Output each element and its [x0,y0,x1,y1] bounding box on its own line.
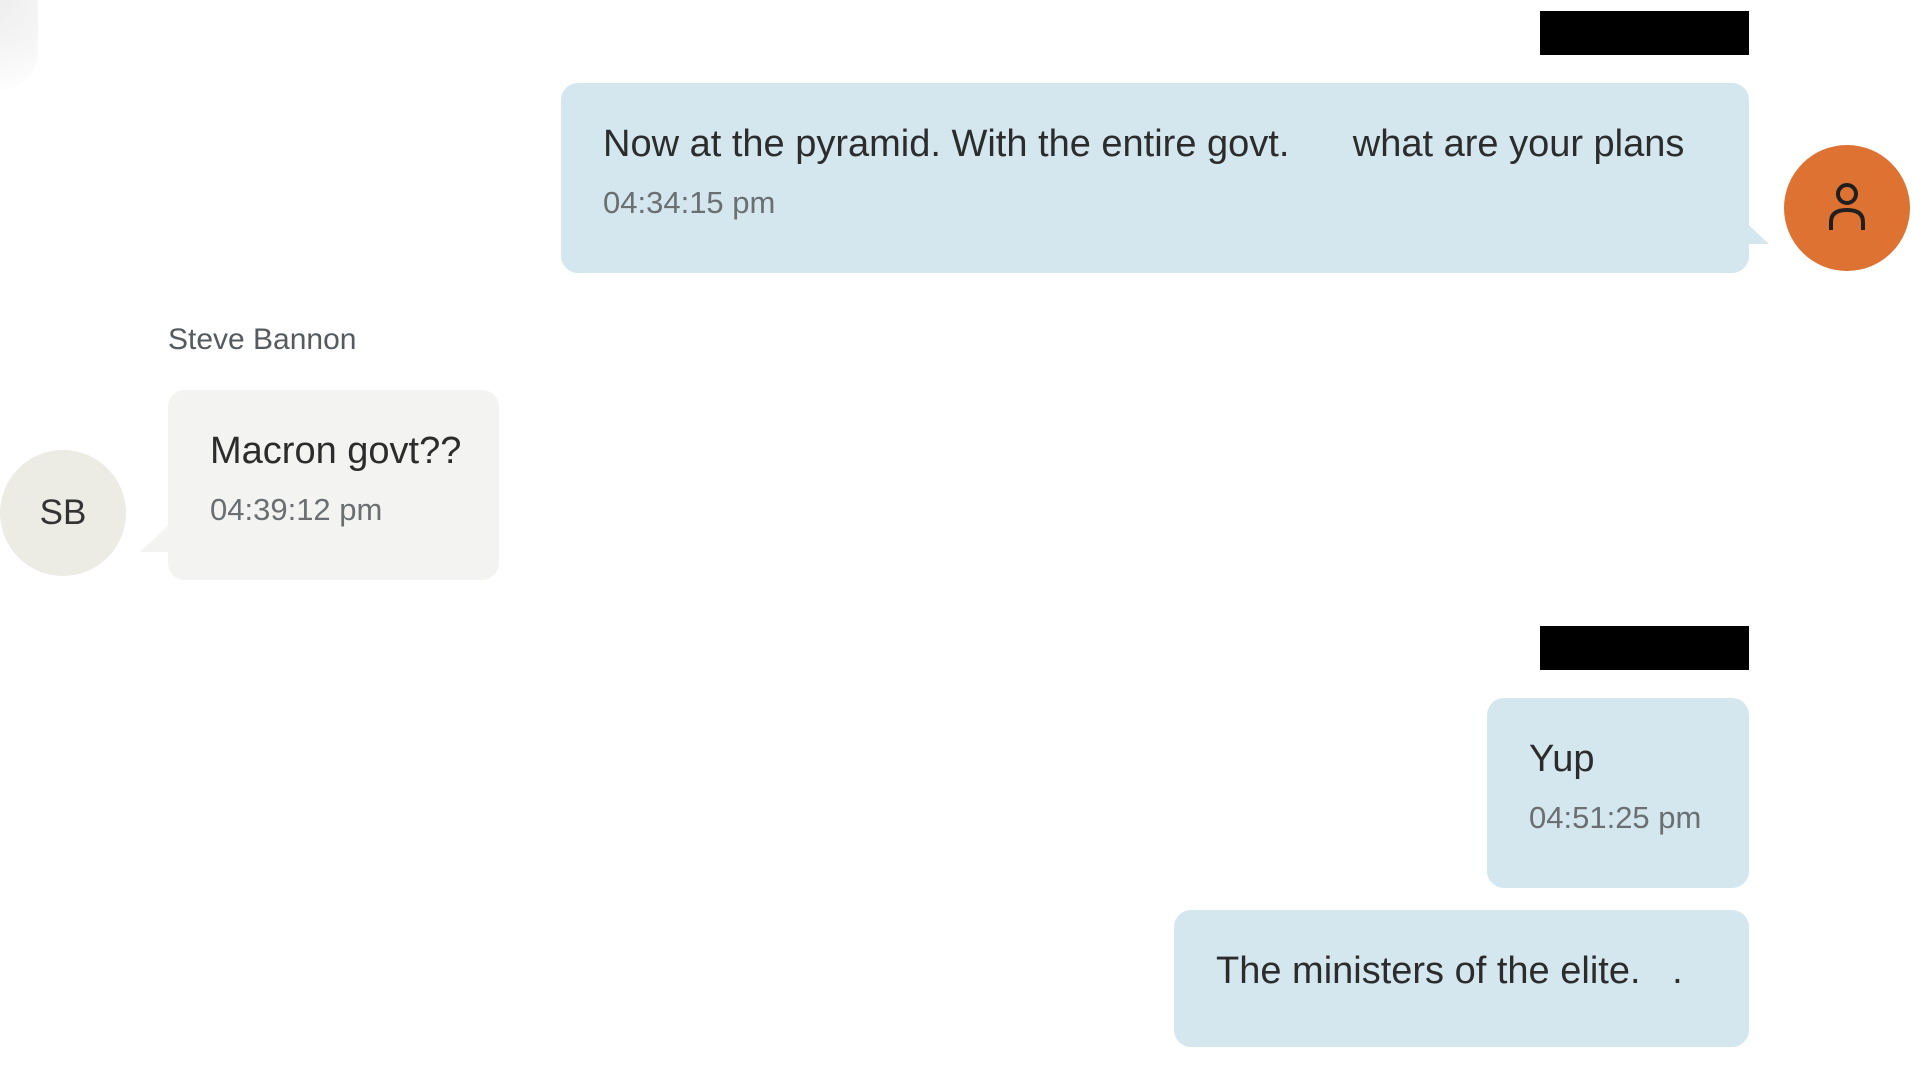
own-avatar[interactable] [1784,145,1910,271]
corner-shadow [0,0,38,90]
redacted-sender-name [1540,11,1749,55]
redacted-sender-name [1540,626,1749,670]
user-icon [1829,183,1865,230]
message-text: Now at the pyramid. With the entire govt… [603,123,1685,165]
message-timestamp: 04:51:25 pm [1529,800,1702,835]
message-text: Yup [1529,738,1595,780]
message-text: Macron govt?? [210,430,462,472]
message-text: The ministers of the elite. . [1216,950,1683,992]
message-bubble-outgoing[interactable]: The ministers of the elite. . [1174,910,1749,1047]
bubble-tail [140,524,170,552]
sender-avatar[interactable]: SB [0,450,126,576]
avatar-initials: SB [39,493,87,532]
chat-thread: Now at the pyramid. With the entire govt… [0,0,1920,1069]
message-bubble-incoming[interactable]: Macron govt?? 04:39:12 pm [168,390,499,580]
message-bubble-outgoing[interactable]: Yup 04:51:25 pm [1487,698,1749,888]
message-timestamp: 04:34:15 pm [603,185,776,220]
bubble-tail [1739,216,1769,244]
message-timestamp: 04:39:12 pm [210,492,383,527]
message-bubble-outgoing[interactable]: Now at the pyramid. With the entire govt… [561,83,1749,273]
sender-name: Steve Bannon [168,323,357,356]
